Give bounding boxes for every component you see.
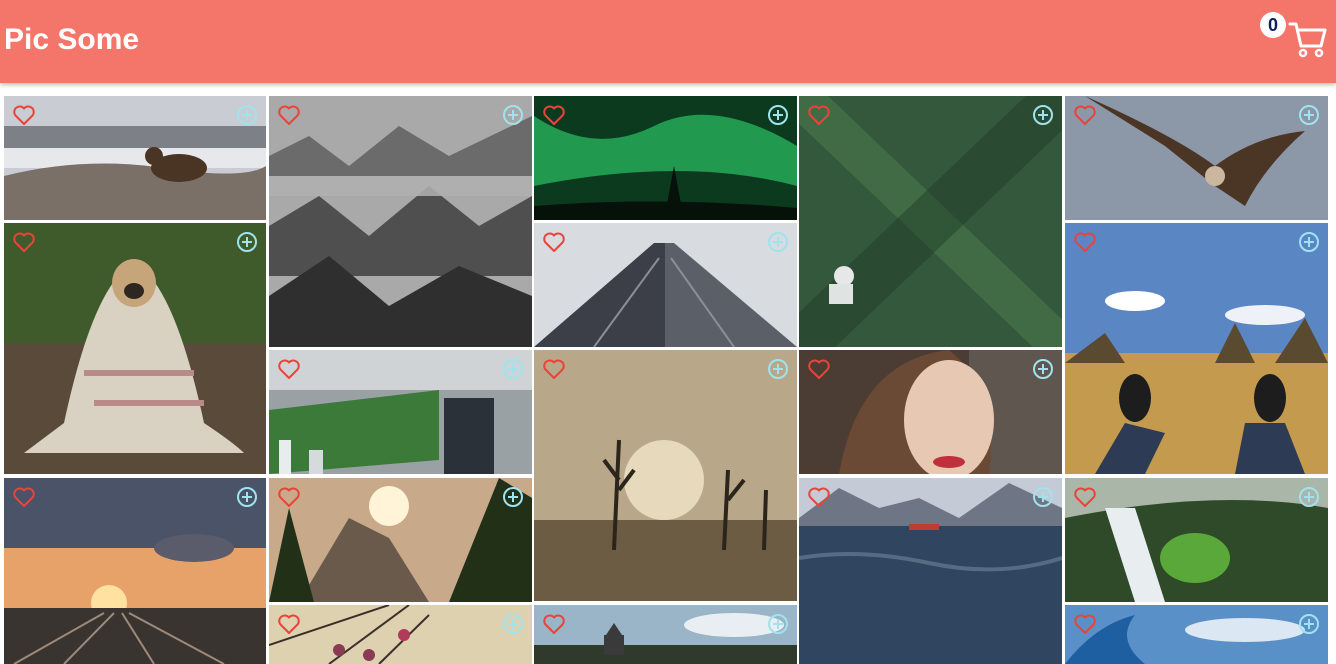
photo-tile[interactable]: foggy-forest	[269, 96, 532, 347]
sculpture-photo	[269, 605, 532, 664]
heart-outline-icon[interactable]	[12, 231, 36, 253]
heart-outline-icon[interactable]	[807, 486, 831, 508]
add-circle-outline-icon[interactable]	[1298, 613, 1320, 635]
photo-tile[interactable]: ocean-wave-sky	[1065, 605, 1328, 664]
add-circle-outline-icon[interactable]	[767, 231, 789, 253]
photo-tile[interactable]: sculpture-spheres	[269, 605, 532, 664]
heart-outline-icon[interactable]	[542, 613, 566, 635]
biker-photo	[799, 96, 1062, 347]
skyscraper-photo	[534, 223, 797, 347]
photo-tile[interactable]: bear-on-rocks	[4, 96, 266, 220]
photo-tile[interactable]: mountain-biker-forest	[799, 96, 1062, 347]
heart-outline-icon[interactable]	[542, 358, 566, 380]
dead-trees-photo	[534, 350, 797, 601]
add-circle-outline-icon[interactable]	[767, 358, 789, 380]
heart-outline-icon[interactable]	[542, 104, 566, 126]
add-circle-outline-icon[interactable]	[1298, 104, 1320, 126]
pug-photo	[4, 223, 266, 474]
meadow-photo	[1065, 223, 1328, 474]
heart-outline-icon[interactable]	[1073, 104, 1097, 126]
add-circle-outline-icon[interactable]	[502, 104, 524, 126]
heart-outline-icon[interactable]	[807, 104, 831, 126]
fjord-photo	[799, 478, 1062, 664]
add-circle-outline-icon[interactable]	[236, 231, 258, 253]
add-circle-outline-icon[interactable]	[236, 486, 258, 508]
heart-outline-icon[interactable]	[1073, 613, 1097, 635]
photo-tile[interactable]: waterfall-gorge	[1065, 478, 1328, 602]
heart-outline-icon[interactable]	[277, 486, 301, 508]
add-circle-outline-icon[interactable]	[502, 486, 524, 508]
photo-tile[interactable]: northern-lights	[534, 96, 797, 220]
add-circle-outline-icon[interactable]	[1032, 358, 1054, 380]
photo-tile[interactable]: feet-on-meadow	[1065, 223, 1328, 474]
castle-photo	[534, 605, 797, 664]
heart-outline-icon[interactable]	[1073, 231, 1097, 253]
add-circle-outline-icon[interactable]	[1032, 104, 1054, 126]
photo-tile[interactable]: fjord-with-boat	[799, 478, 1062, 664]
heart-outline-icon[interactable]	[542, 231, 566, 253]
photo-tile[interactable]: woman-portrait	[799, 350, 1062, 474]
photo-tile[interactable]: mountain-sunrise	[269, 478, 532, 602]
railway-photo	[4, 478, 266, 664]
add-circle-outline-icon[interactable]	[1032, 486, 1054, 508]
heart-outline-icon[interactable]	[277, 358, 301, 380]
mountain-photo	[269, 478, 532, 602]
wave-photo	[1065, 605, 1328, 664]
city-park-photo	[269, 350, 532, 474]
portrait-photo	[799, 350, 1062, 474]
vulture-photo	[1065, 96, 1328, 220]
photo-tile[interactable]: dead-trees-sunset	[534, 350, 797, 601]
add-circle-outline-icon[interactable]	[1298, 231, 1320, 253]
bear-photo	[4, 96, 266, 220]
heart-outline-icon[interactable]	[807, 358, 831, 380]
aurora-photo	[534, 96, 797, 220]
waterfall-photo	[1065, 478, 1328, 602]
forest-fog-photo	[269, 96, 532, 347]
add-circle-outline-icon[interactable]	[767, 613, 789, 635]
add-circle-outline-icon[interactable]	[1298, 486, 1320, 508]
photo-tile[interactable]: central-park-aerial	[269, 350, 532, 474]
heart-outline-icon[interactable]	[12, 104, 36, 126]
add-circle-outline-icon[interactable]	[502, 613, 524, 635]
heart-outline-icon[interactable]	[12, 486, 36, 508]
heart-outline-icon[interactable]	[277, 613, 301, 635]
photo-tile[interactable]: railway-sunset	[4, 478, 266, 664]
photo-tile[interactable]: skyscraper-from-below	[534, 223, 797, 347]
photo-tile[interactable]: castle-landscape	[534, 605, 797, 664]
add-circle-outline-icon[interactable]	[236, 104, 258, 126]
add-circle-outline-icon[interactable]	[767, 104, 789, 126]
heart-outline-icon[interactable]	[277, 104, 301, 126]
photo-gallery: bear-on-rocks foggy-forest northern-ligh…	[0, 0, 1336, 664]
add-circle-outline-icon[interactable]	[502, 358, 524, 380]
photo-tile[interactable]: pug-in-blanket	[4, 223, 266, 474]
heart-outline-icon[interactable]	[1073, 486, 1097, 508]
photo-tile[interactable]: vulture-flying	[1065, 96, 1328, 220]
